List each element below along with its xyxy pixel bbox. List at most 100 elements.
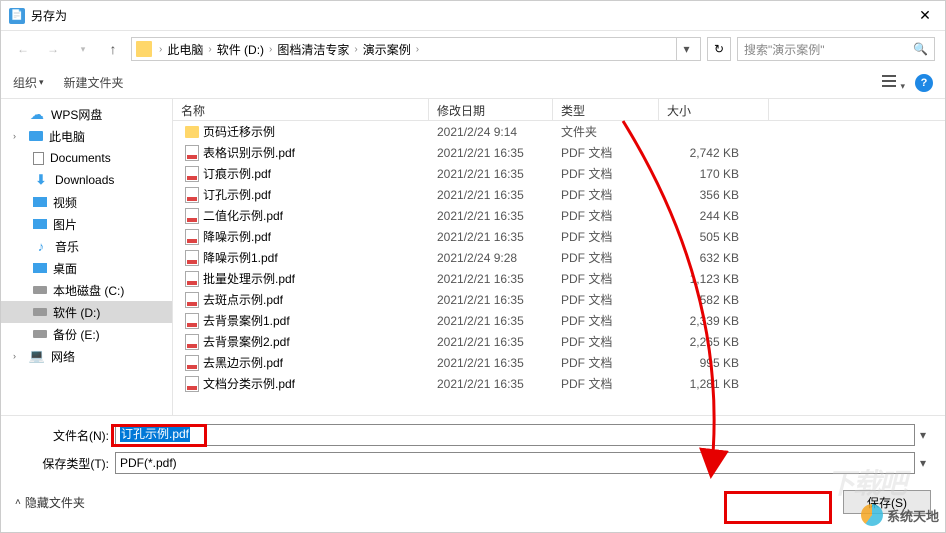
filetype-select[interactable]: PDF(*.pdf)	[115, 452, 915, 474]
dl-icon: ⬇	[33, 172, 49, 188]
pdf-icon	[185, 334, 199, 350]
file-name: 去斑点示例.pdf	[203, 291, 283, 308]
pdf-icon	[185, 271, 199, 287]
breadcrumb[interactable]: › 此电脑 › 软件 (D:) › 图档清洁专家 › 演示案例 › ▾	[131, 37, 701, 61]
file-row[interactable]: 订痕示例.pdf2021/2/21 16:35PDF 文档170 KB	[173, 163, 945, 184]
file-row[interactable]: 批量处理示例.pdf2021/2/21 16:35PDF 文档1,123 KB	[173, 268, 945, 289]
file-date: 2021/2/21 16:35	[429, 335, 553, 349]
search-icon[interactable]: 🔍	[913, 42, 928, 56]
filetype-label: 保存类型(T):	[15, 455, 115, 472]
chevron-right-icon: ›	[13, 351, 23, 361]
drive-icon	[33, 330, 47, 338]
chevron-down-icon: ▾	[900, 81, 905, 91]
sidebar-item-label: Downloads	[55, 173, 114, 187]
file-name: 批量处理示例.pdf	[203, 270, 295, 287]
sidebar-item[interactable]: 桌面	[1, 257, 172, 279]
hide-folders-button[interactable]: ˄ 隐藏文件夹	[15, 494, 85, 511]
file-row[interactable]: 表格识别示例.pdf2021/2/21 16:35PDF 文档2,742 KB	[173, 142, 945, 163]
file-size: 505 KB	[659, 230, 769, 244]
file-row[interactable]: 文档分类示例.pdf2021/2/21 16:35PDF 文档1,281 KB	[173, 373, 945, 394]
file-type: PDF 文档	[553, 291, 659, 308]
filetype-dropdown[interactable]: ▾	[915, 456, 931, 470]
sidebar-item-label: 桌面	[53, 260, 77, 277]
sidebar-item[interactable]: 本地磁盘 (C:)	[1, 279, 172, 301]
file-size: 170 KB	[659, 167, 769, 181]
file-size: 1,281 KB	[659, 377, 769, 391]
nav-bar: ← → ▾ ↑ › 此电脑 › 软件 (D:) › 图档清洁专家 › 演示案例 …	[1, 31, 945, 67]
col-type[interactable]: 类型	[553, 99, 659, 120]
file-type: 文件夹	[553, 123, 659, 140]
file-date: 2021/2/21 16:35	[429, 314, 553, 328]
file-name: 去背景案例1.pdf	[203, 312, 290, 329]
pdf-icon	[185, 313, 199, 329]
file-row[interactable]: 降噪示例.pdf2021/2/21 16:35PDF 文档505 KB	[173, 226, 945, 247]
watermark-logo-icon	[861, 504, 883, 526]
breadcrumb-item[interactable]: 软件 (D:)	[215, 41, 266, 58]
organize-button[interactable]: 组织 ▾	[13, 74, 44, 91]
file-size: 2,742 KB	[659, 146, 769, 160]
file-name: 订痕示例.pdf	[203, 165, 271, 182]
sidebar-item[interactable]: ›此电脑	[1, 125, 172, 147]
pc-icon	[29, 131, 43, 141]
close-button[interactable]: ✕	[905, 1, 945, 31]
view-options-button[interactable]: ▾	[881, 73, 905, 92]
file-row[interactable]: 去背景案例2.pdf2021/2/21 16:35PDF 文档2,265 KB	[173, 331, 945, 352]
net-icon: 💻	[29, 348, 45, 364]
watermark: 系统天地	[861, 504, 939, 526]
file-size: 356 KB	[659, 188, 769, 202]
sidebar-item[interactable]: ⬇ Downloads	[1, 169, 172, 191]
file-size: 2,265 KB	[659, 335, 769, 349]
file-row[interactable]: 去斑点示例.pdf2021/2/21 16:35PDF 文档582 KB	[173, 289, 945, 310]
up-button[interactable]: ↑	[101, 37, 125, 61]
file-size: 582 KB	[659, 293, 769, 307]
filename-input[interactable]: 订孔示例.pdf	[115, 424, 915, 446]
file-type: PDF 文档	[553, 375, 659, 392]
pdf-icon	[185, 250, 199, 266]
drive-icon	[33, 308, 47, 316]
sidebar-item[interactable]: ♪音乐	[1, 235, 172, 257]
col-date[interactable]: 修改日期	[429, 99, 553, 120]
file-size: 244 KB	[659, 209, 769, 223]
file-row[interactable]: 页码迁移示例2021/2/24 9:14文件夹	[173, 121, 945, 142]
sidebar-item[interactable]: 图片	[1, 213, 172, 235]
forward-button[interactable]: →	[41, 37, 65, 61]
sidebar-item[interactable]: 视频	[1, 191, 172, 213]
file-row[interactable]: 去背景案例1.pdf 2021/2/21 16:35PDF 文档2,339 KB	[173, 310, 945, 331]
file-list-body[interactable]: 页码迁移示例2021/2/24 9:14文件夹表格识别示例.pdf2021/2/…	[173, 121, 945, 415]
file-type: PDF 文档	[553, 312, 659, 329]
search-input[interactable]: 搜索"演示案例" 🔍	[737, 37, 935, 61]
chevron-right-icon: ›	[208, 44, 211, 55]
pdf-icon	[185, 292, 199, 308]
file-name: 表格识别示例.pdf	[203, 144, 295, 161]
sidebar-item[interactable]: Documents	[1, 147, 172, 169]
file-row[interactable]: 二值化示例.pdf2021/2/21 16:35PDF 文档244 KB	[173, 205, 945, 226]
breadcrumb-dropdown[interactable]: ▾	[676, 38, 696, 60]
column-header: 名称 修改日期 类型 大小	[173, 99, 945, 121]
col-size[interactable]: 大小	[659, 99, 769, 120]
refresh-button[interactable]: ↻	[707, 37, 731, 61]
sidebar-item[interactable]: 备份 (E:)	[1, 323, 172, 345]
recent-dropdown[interactable]: ▾	[71, 37, 95, 61]
file-size: 2,339 KB	[659, 314, 769, 328]
filename-dropdown[interactable]: ▾	[915, 428, 931, 442]
file-row[interactable]: 订孔示例.pdf2021/2/21 16:35PDF 文档356 KB	[173, 184, 945, 205]
pdf-icon	[185, 355, 199, 371]
file-name: 去背景案例2.pdf	[203, 333, 290, 350]
breadcrumb-item[interactable]: 演示案例	[361, 41, 413, 58]
col-name[interactable]: 名称	[173, 99, 429, 120]
pdf-icon	[185, 229, 199, 245]
sidebar-item[interactable]: 软件 (D:)	[1, 301, 172, 323]
chevron-right-icon: ›	[13, 131, 23, 141]
help-button[interactable]: ?	[915, 74, 933, 92]
breadcrumb-item[interactable]: 图档清洁专家	[275, 41, 351, 58]
new-folder-button[interactable]: 新建文件夹	[64, 74, 124, 91]
file-row[interactable]: 降噪示例1.pdf2021/2/24 9:28PDF 文档632 KB	[173, 247, 945, 268]
sidebar-item[interactable]: ›💻网络	[1, 345, 172, 367]
file-type: PDF 文档	[553, 144, 659, 161]
back-button[interactable]: ←	[11, 37, 35, 61]
sidebar-item[interactable]: ☁WPS网盘	[1, 103, 172, 125]
breadcrumb-item[interactable]: 此电脑	[165, 41, 205, 58]
sidebar: ☁WPS网盘›此电脑Documents ⬇ Downloads 视频图片♪音乐桌面本地…	[1, 99, 173, 415]
file-row[interactable]: 去黑边示例.pdf2021/2/21 16:35PDF 文档995 KB	[173, 352, 945, 373]
save-form: 文件名(N): 订孔示例.pdf ▾ 保存类型(T): PDF(*.pdf) ▾	[1, 415, 945, 484]
